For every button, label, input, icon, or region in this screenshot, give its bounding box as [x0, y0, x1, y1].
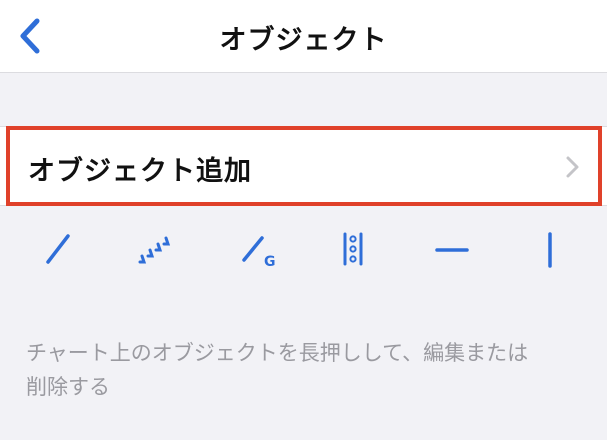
navigation-bar: オブジェクト	[0, 0, 607, 73]
trend-line-tool[interactable]	[33, 226, 83, 270]
horizontal-line-icon	[435, 248, 469, 252]
object-tool-row: G	[0, 222, 607, 276]
gann-line-tool[interactable]: G	[233, 226, 283, 270]
add-object-label: オブジェクト追加	[28, 156, 252, 187]
parallel-channel-tool[interactable]	[131, 226, 181, 270]
add-object-row[interactable]: オブジェクト追加	[0, 126, 607, 206]
vertical-line-icon	[548, 232, 552, 268]
horizontal-line-tool[interactable]	[427, 226, 477, 270]
hint-text: チャート上のオブジェクトを長押しして、編集または 削除する	[26, 336, 586, 404]
hint-line-1: チャート上のオブジェクトを長押しして、編集または	[26, 341, 529, 365]
hint-line-2: 削除する	[26, 375, 110, 399]
page-title: オブジェクト	[219, 25, 388, 56]
svg-text:G: G	[264, 254, 276, 268]
fibonacci-tool[interactable]	[328, 226, 378, 270]
fibonacci-icon	[343, 232, 363, 266]
parallel-channel-icon	[138, 236, 171, 264]
trend-line-icon	[46, 234, 70, 264]
chevron-right-icon	[566, 156, 579, 178]
vertical-line-tool[interactable]	[525, 226, 575, 270]
gann-line-icon: G	[242, 236, 276, 268]
